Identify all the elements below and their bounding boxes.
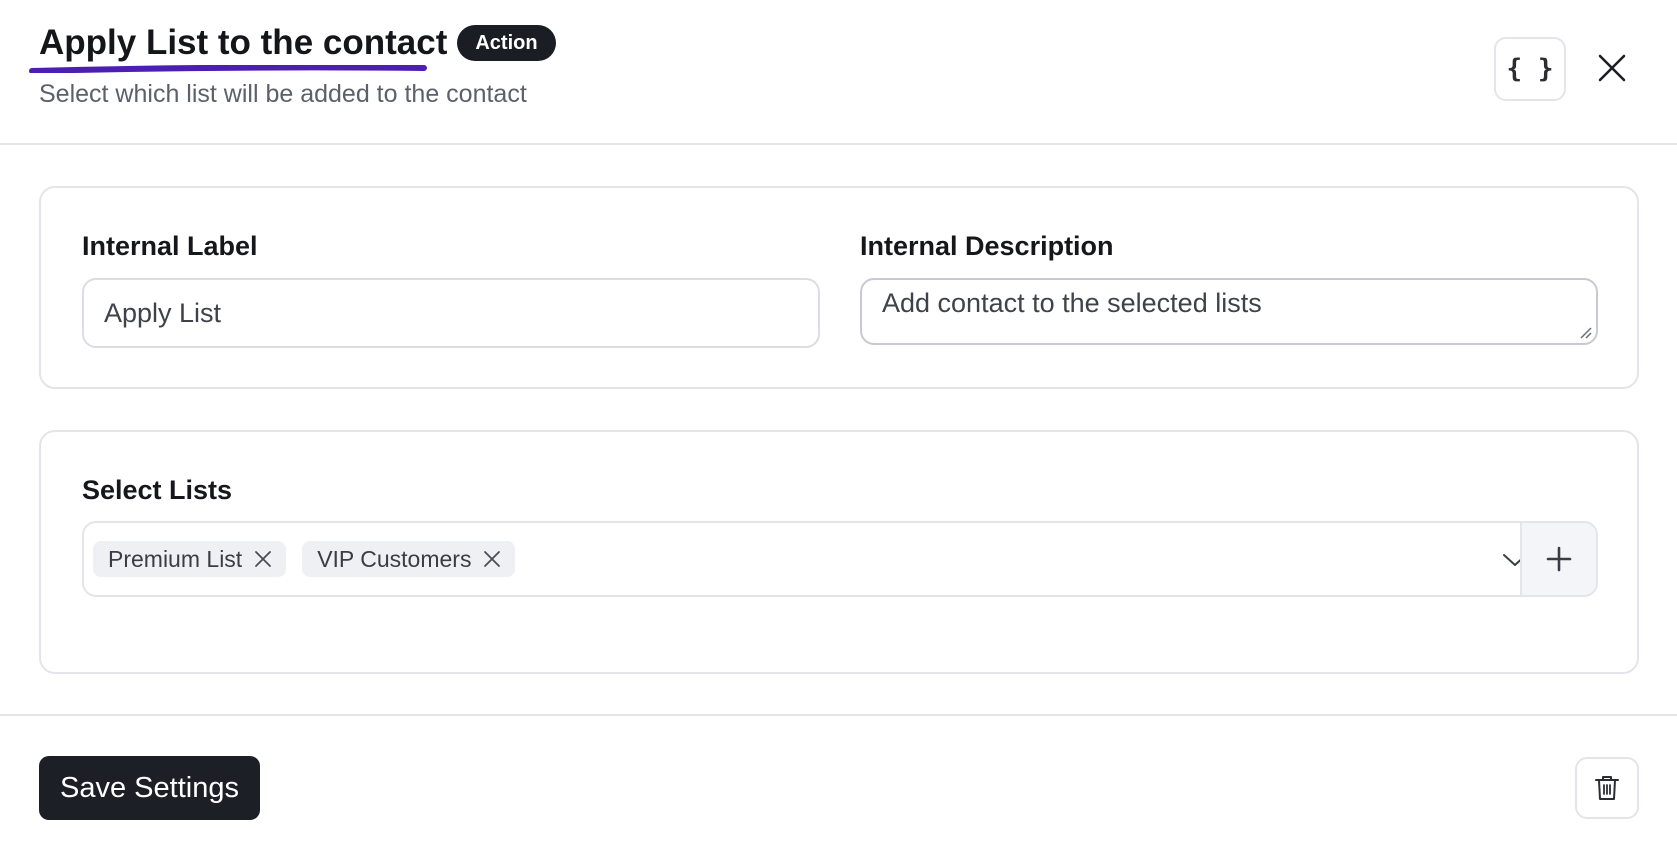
select-lists-label: Select Lists [82,475,233,505]
x-icon [255,551,272,567]
resize-handle-icon[interactable] [1578,325,1592,339]
close-button[interactable] [1592,48,1632,88]
close-icon [1598,54,1626,82]
internal-label-input[interactable]: Apply List [82,278,820,348]
page-title-text: Apply List to the contact [39,23,448,62]
delete-button[interactable] [1575,757,1639,819]
page-subtitle: Select which list will be added to the c… [39,80,527,108]
internal-label-label: Internal Label [82,231,258,261]
code-braces-icon: { } [1506,54,1554,84]
list-tag-label: VIP Customers [317,545,472,572]
remove-tag-button[interactable] [252,548,274,570]
code-button[interactable]: { } [1494,37,1566,101]
x-icon [484,551,501,567]
lists-multiselect[interactable]: Premium List VIP Customers [82,521,1598,597]
internal-description-value: Add contact to the selected lists [882,288,1262,318]
internal-description-textarea[interactable]: Add contact to the selected lists [860,278,1598,345]
title-underline [29,65,427,73]
page-title: Apply List to the contact [29,22,448,73]
internal-description-label: Internal Description [860,231,1114,261]
footer-divider [0,714,1677,716]
remove-tag-button[interactable] [481,548,503,570]
list-tag: Premium List [93,541,287,577]
internal-label-value: Apply List [104,297,222,328]
internal-settings-card: Internal Label Apply List Internal Descr… [39,186,1639,389]
trash-icon [1595,776,1619,800]
plus-icon [1546,546,1572,572]
list-tag-label: Premium List [108,545,243,572]
select-lists-card: Select Lists Premium List VIP Customers [39,430,1639,674]
title-row: Apply List to the contact Action [29,22,556,73]
save-settings-button[interactable]: Save Settings [39,756,260,820]
modal-header: Apply List to the contact Action Select … [0,0,1677,145]
list-tag: VIP Customers [302,541,516,577]
add-list-button[interactable] [1520,523,1596,595]
action-badge: Action [457,25,556,61]
